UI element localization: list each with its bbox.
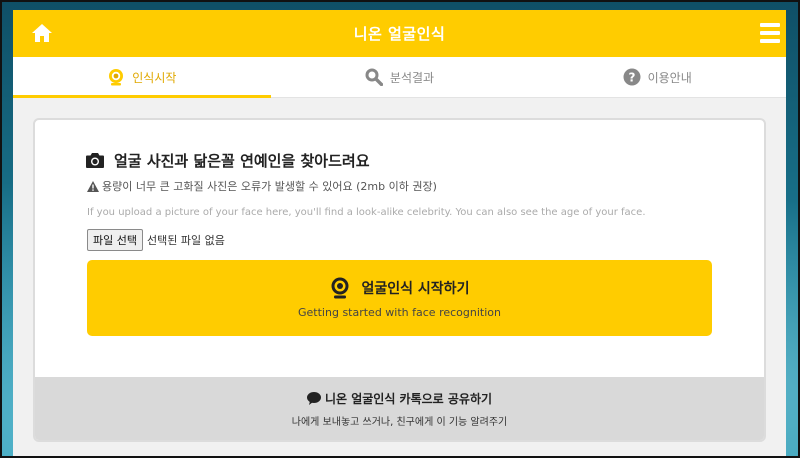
section-heading: 얼굴 사진과 닮은꼴 연예인을 찾아드려요 — [86, 150, 712, 171]
kakao-share-button[interactable]: 니온 얼굴인식 카톡으로 공유하기 나에게 보내놓고 쓰거나, 친구에게 이 기… — [35, 377, 764, 440]
menu-button[interactable] — [760, 23, 780, 43]
camera-icon — [86, 153, 104, 168]
home-icon — [32, 24, 52, 42]
start-button-main: 얼굴인식 시작하기 — [330, 277, 470, 299]
file-input-row: 파일 선택 선택된 파일 없음 — [87, 229, 712, 251]
tab-label: 인식시작 — [132, 70, 177, 85]
tab-label: 분석결과 — [389, 70, 435, 85]
hamburger-menu-icon — [760, 23, 780, 27]
start-button-label: 얼굴인식 시작하기 — [361, 281, 470, 297]
webcam-icon — [331, 277, 349, 299]
choose-file-button[interactable]: 파일 선택 — [87, 229, 143, 251]
card-body: 얼굴 사진과 닮은꼴 연예인을 찾아드려요 용량이 너무 큰 고화질 사진은 오… — [35, 120, 764, 336]
speech-bubble-icon — [306, 391, 321, 405]
question-circle-icon: ? — [623, 68, 641, 86]
webcam-icon — [107, 68, 125, 86]
share-sublabel: 나에게 보내놓고 쓰거나, 친구에게 이 기능 알려주기 — [291, 416, 508, 428]
tab-recognition-start[interactable]: 인식시작 — [13, 57, 271, 98]
tab-bar: 인식시작 분석결과 ? 이용안내 — [13, 57, 786, 98]
tab-analysis-result[interactable]: 분석결과 — [271, 57, 529, 97]
svg-text:?: ? — [628, 71, 635, 85]
share-label: 니온 얼굴인식 카톡으로 공유하기 — [324, 391, 493, 406]
description-text: If you upload a picture of your face her… — [87, 207, 646, 218]
upload-card: 얼굴 사진과 닮은꼴 연예인을 찾아드려요 용량이 너무 큰 고화질 사진은 오… — [33, 118, 766, 442]
search-icon — [365, 68, 383, 86]
tab-usage-guide[interactable]: ? 이용안내 — [528, 57, 786, 97]
size-warning: 용량이 너무 큰 고화질 사진은 오류가 발생할 수 있어요 (2mb 이하 권… — [87, 178, 712, 194]
start-recognition-button[interactable]: 얼굴인식 시작하기 Getting started with face reco… — [87, 260, 712, 336]
tab-label: 이용안내 — [647, 70, 692, 85]
home-button[interactable] — [31, 22, 53, 44]
warning-icon — [87, 180, 99, 192]
page-title: 니온 얼굴인식 — [353, 25, 446, 43]
warning-text: 용량이 너무 큰 고화질 사진은 오류가 발생할 수 있어요 (2mb 이하 권… — [102, 180, 437, 193]
file-status: 선택된 파일 없음 — [146, 234, 225, 247]
start-button-sublabel: Getting started with face recognition — [298, 306, 501, 319]
header-bar: 니온 얼굴인식 — [13, 10, 786, 57]
heading-text: 얼굴 사진과 닮은꼴 연예인을 찾아드려요 — [114, 152, 370, 170]
share-main: 니온 얼굴인식 카톡으로 공유하기 — [306, 390, 493, 407]
